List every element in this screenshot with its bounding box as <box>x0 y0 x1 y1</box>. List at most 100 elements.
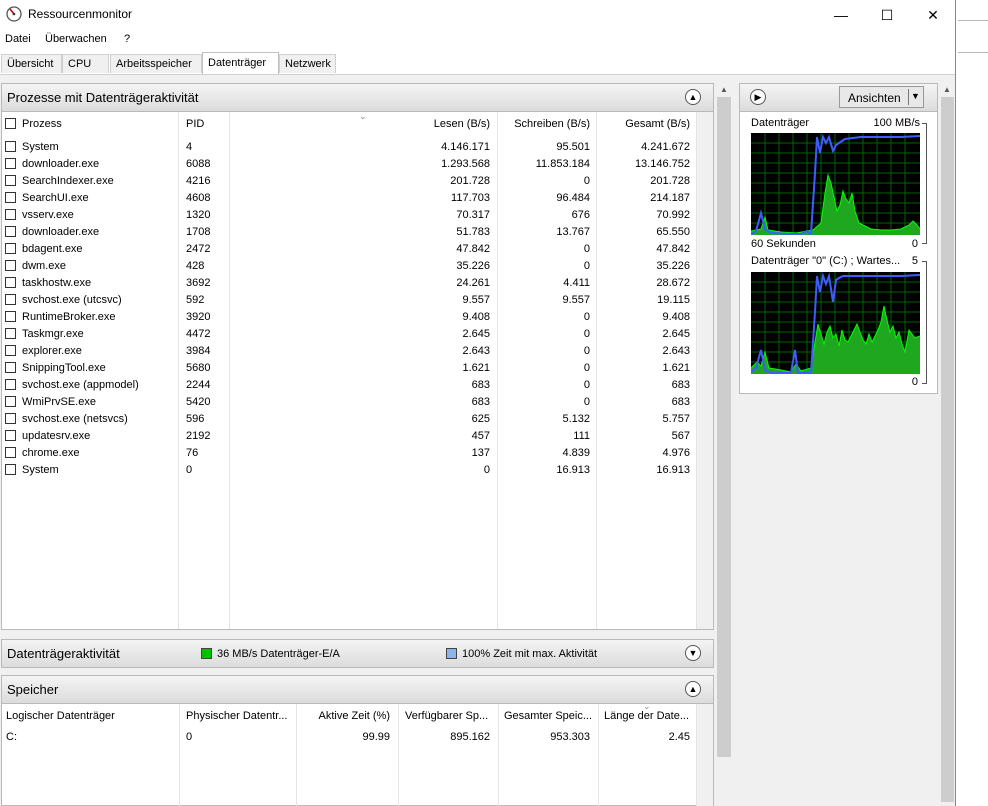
process-checkbox[interactable] <box>5 260 16 271</box>
process-write: 4.411 <box>563 277 590 289</box>
expand-chevron-down-icon[interactable]: ▼ <box>685 645 701 661</box>
tab-memory[interactable]: Arbeitsspeicher <box>110 54 202 73</box>
process-checkbox[interactable] <box>5 226 16 237</box>
process-checkbox[interactable] <box>5 158 16 169</box>
disk-activity-section-header[interactable]: Datenträgeraktivität 36 MB/s Datenträger… <box>1 639 714 668</box>
menu-monitor[interactable]: Überwachen <box>45 33 107 45</box>
processes-scrollbar[interactable] <box>697 112 713 629</box>
process-pid: 4608 <box>186 192 211 204</box>
storage-header-logical[interactable]: Logischer Datenträger <box>6 710 115 722</box>
processes-table: Prozess PID ⌄ Lesen (B/s) Schreiben (B/s… <box>1 111 714 630</box>
table-row[interactable]: WmiPrvSE.exe 5420 683 0 683 <box>2 394 696 410</box>
table-row[interactable]: bdagent.exe 2472 47.842 0 47.842 <box>2 241 696 257</box>
side-scroll-thumb[interactable] <box>941 97 954 802</box>
process-read: 625 <box>471 413 490 425</box>
process-checkbox[interactable] <box>5 209 16 220</box>
process-checkbox[interactable] <box>5 396 16 407</box>
table-row[interactable]: chrome.exe 76 137 4.839 4.976 <box>2 445 696 461</box>
scroll-up-arrow-icon[interactable]: ▲ <box>720 85 728 94</box>
main-scrollbar[interactable]: ▲ <box>716 83 732 806</box>
table-row[interactable]: SnippingTool.exe 5680 1.621 0 1.621 <box>2 360 696 376</box>
select-all-checkbox[interactable] <box>5 118 16 129</box>
storage-header-queue-length[interactable]: Länge der Date... <box>604 710 689 722</box>
process-checkbox[interactable] <box>5 175 16 186</box>
process-checkbox[interactable] <box>5 464 16 475</box>
process-checkbox[interactable] <box>5 413 16 424</box>
processes-section-header[interactable]: Prozesse mit Datenträgeraktivität ▲ <box>1 83 714 112</box>
storage-scrollbar[interactable] <box>697 704 713 806</box>
table-row[interactable]: SearchIndexer.exe 4216 201.728 0 201.728 <box>2 173 696 189</box>
process-checkbox[interactable] <box>5 192 16 203</box>
column-header-write[interactable]: Schreiben (B/s) <box>497 118 590 130</box>
tab-disk[interactable]: Datenträger <box>202 52 279 74</box>
process-checkbox[interactable] <box>5 243 16 254</box>
process-checkbox[interactable] <box>5 294 16 305</box>
process-write: 0 <box>583 328 590 340</box>
table-row[interactable]: dwm.exe 428 35.226 0 35.226 <box>2 258 696 274</box>
process-read: 9.408 <box>462 311 490 323</box>
process-name: taskhostw.exe <box>22 277 92 289</box>
minimize-button[interactable]: — <box>818 0 864 30</box>
process-checkbox[interactable] <box>5 141 16 152</box>
storage-section-header[interactable]: Speicher ▲ <box>1 675 714 704</box>
views-button[interactable]: Ansichten ▼ <box>839 86 924 108</box>
process-write: 0 <box>583 175 590 187</box>
table-row[interactable]: vsserv.exe 1320 70.317 676 70.992 <box>2 207 696 223</box>
column-divider <box>498 704 499 806</box>
table-row[interactable]: svchost.exe (appmodel) 2244 683 0 683 <box>2 377 696 393</box>
graph1-label: Datenträger <box>751 117 810 129</box>
process-write: 4.839 <box>562 447 590 459</box>
process-checkbox[interactable] <box>5 362 16 373</box>
tab-overview[interactable]: Übersicht <box>1 54 62 73</box>
column-header-process[interactable]: Prozess <box>22 118 62 130</box>
process-name: System <box>22 141 59 153</box>
column-header-total[interactable]: Gesamt (B/s) <box>596 118 690 130</box>
dropdown-arrow-icon[interactable]: ▼ <box>911 91 920 101</box>
maximize-button[interactable]: ☐ <box>864 0 910 30</box>
process-checkbox[interactable] <box>5 447 16 458</box>
side-panel-scrollbar[interactable]: ▲ <box>940 83 955 806</box>
collapse-chevron-up-icon[interactable]: ▲ <box>685 681 701 697</box>
menu-file[interactable]: Datei <box>5 33 31 45</box>
expand-chevron-right-icon[interactable]: ▶ <box>750 89 766 105</box>
storage-header-total[interactable]: Gesamter Speic... <box>504 710 592 722</box>
table-row[interactable]: SearchUI.exe 4608 117.703 96.484 214.187 <box>2 190 696 206</box>
table-row[interactable]: System 4 4.146.171 95.501 4.241.672 <box>2 139 696 155</box>
table-row[interactable]: Taskmgr.exe 4472 2.645 0 2.645 <box>2 326 696 342</box>
table-row[interactable]: downloader.exe 1708 51.783 13.767 65.550 <box>2 224 696 240</box>
tab-network[interactable]: Netzwerk <box>279 54 336 73</box>
table-row[interactable]: explorer.exe 3984 2.643 0 2.643 <box>2 343 696 359</box>
table-row[interactable]: downloader.exe 6088 1.293.568 11.853.184 13.… <box>2 156 696 172</box>
table-row[interactable]: svchost.exe (netsvcs) 596 625 5.132 5.757 <box>2 411 696 427</box>
process-total: 13.146.752 <box>634 158 690 170</box>
column-header-read[interactable]: Lesen (B/s) <box>332 118 490 130</box>
table-row[interactable]: taskhostw.exe 3692 24.261 4.411 28.672 <box>2 275 696 291</box>
process-checkbox[interactable] <box>5 277 16 288</box>
graph2-max: 5 <box>911 255 918 267</box>
process-read: 137 <box>471 447 490 459</box>
table-row[interactable]: RuntimeBroker.exe 3920 9.408 0 9.408 <box>2 309 696 325</box>
table-row[interactable]: System 0 0 16.913 16.913 <box>2 462 696 478</box>
collapse-chevron-up-icon[interactable]: ▲ <box>685 89 701 105</box>
menu-help[interactable]: ? <box>124 33 130 45</box>
column-header-pid[interactable]: PID <box>186 118 204 130</box>
table-row[interactable]: updatesrv.exe 2192 457 111 567 <box>2 428 696 444</box>
storage-header-physical[interactable]: Physischer Datentr... <box>186 710 288 722</box>
title-bar[interactable]: Ressourcenmonitor — ☐ ✕ <box>0 0 955 30</box>
close-button[interactable]: ✕ <box>910 0 956 30</box>
process-checkbox[interactable] <box>5 379 16 390</box>
storage-header-available[interactable]: Verfügbarer Sp... <box>405 710 488 722</box>
process-name: vsserv.exe <box>22 209 74 221</box>
process-checkbox[interactable] <box>5 345 16 356</box>
table-row[interactable]: svchost.exe (utcsvc) 592 9.557 9.557 19.115 <box>2 292 696 308</box>
process-checkbox[interactable] <box>5 328 16 339</box>
scroll-up-arrow-icon[interactable]: ▲ <box>943 85 951 94</box>
io-legend-text: 36 MB/s Datenträger-E/A <box>217 648 340 660</box>
tab-cpu[interactable]: CPU <box>62 54 109 73</box>
process-checkbox[interactable] <box>5 311 16 322</box>
storage-header-active-time[interactable]: Aktive Zeit (%) <box>298 710 390 722</box>
scroll-thumb[interactable] <box>717 97 731 757</box>
process-pid: 1708 <box>186 226 211 238</box>
process-write: 5.132 <box>562 413 590 425</box>
process-checkbox[interactable] <box>5 430 16 441</box>
